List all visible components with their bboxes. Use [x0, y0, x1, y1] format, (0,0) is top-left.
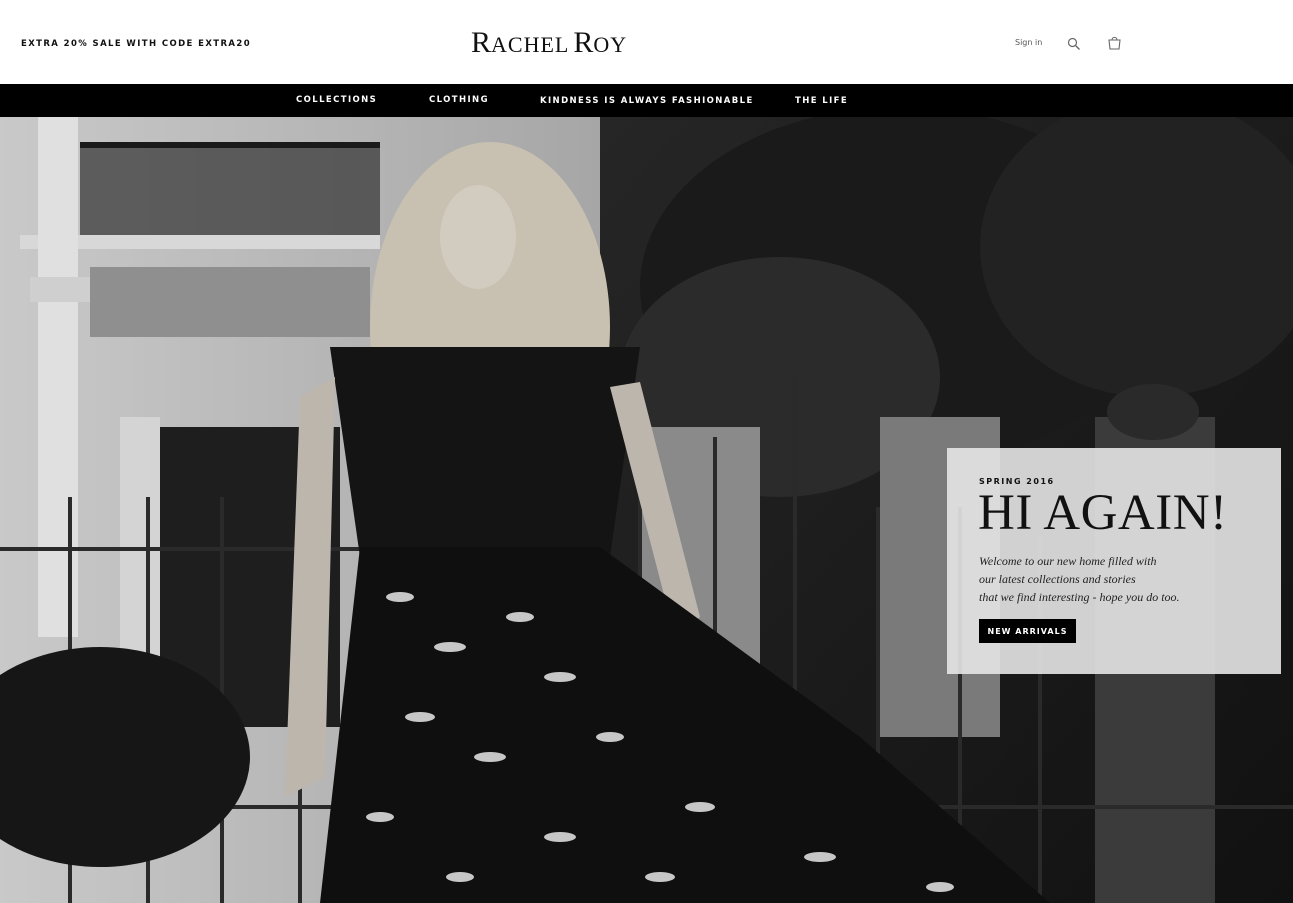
promo-banner-text[interactable]: EXTRA 20% SALE WITH CODE EXTRA20	[21, 39, 251, 49]
main-navigation: COLLECTIONS CLOTHING KINDNESS IS ALWAYS …	[0, 84, 1293, 117]
hero-banner: SPRING 2016 HI AGAIN! Welcome to our new…	[0, 117, 1293, 903]
hero-body-line: that we find interesting - hope you do t…	[979, 590, 1180, 604]
logo-initial-r: R	[471, 26, 492, 59]
brand-logo[interactable]: RACHEL ROY	[471, 26, 627, 60]
nav-item-clothing[interactable]: CLOTHING	[429, 95, 489, 105]
hero-headline: HI AGAIN!	[978, 485, 1228, 541]
new-arrivals-button[interactable]: NEW ARRIVALS	[979, 619, 1076, 643]
logo-rest-oy: OY	[593, 32, 628, 57]
hero-text-panel: SPRING 2016 HI AGAIN! Welcome to our new…	[947, 448, 1281, 674]
nav-item-kindness[interactable]: KINDNESS IS ALWAYS FASHIONABLE	[540, 96, 754, 106]
site-header: EXTRA 20% SALE WITH CODE EXTRA20 RACHEL …	[0, 0, 1293, 84]
nav-item-collections[interactable]: COLLECTIONS	[296, 95, 377, 105]
shopping-bag-icon[interactable]	[1107, 35, 1122, 50]
hero-body-line: Welcome to our new home filled with	[979, 554, 1157, 568]
hero-body-copy: Welcome to our new home filled with our …	[979, 552, 1180, 606]
logo-rest-achel: ACHEL	[491, 32, 570, 57]
sign-in-link[interactable]: Sign in	[1015, 38, 1042, 47]
nav-item-the-life[interactable]: THE LIFE	[795, 96, 848, 106]
hero-body-line: our latest collections and stories	[979, 572, 1136, 586]
search-icon[interactable]	[1067, 37, 1081, 51]
logo-initial-r-2: R	[573, 26, 594, 59]
